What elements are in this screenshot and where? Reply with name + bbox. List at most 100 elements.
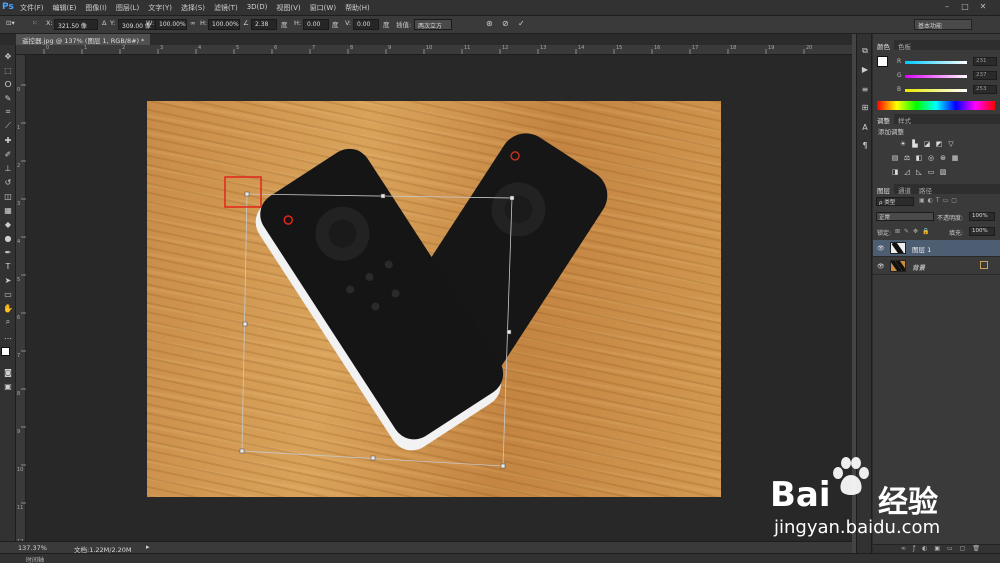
tab-styles[interactable]: 样式 — [894, 114, 915, 125]
document-tab[interactable]: 遥控器.jpg @ 137% (图层 1, RGB/8#) * — [16, 34, 151, 45]
menu-3d[interactable]: 3D(D) — [247, 3, 268, 13]
gradient-tool-icon[interactable]: ▦ — [3, 205, 13, 215]
eraser-tool-icon[interactable]: ◫ — [3, 191, 13, 201]
document-canvas-image[interactable] — [147, 101, 721, 497]
move-tool-icon[interactable]: ✥ — [3, 51, 13, 61]
reference-point-icon[interactable]: ⁙ — [32, 19, 37, 27]
menu-image[interactable]: 图像(I) — [85, 3, 107, 13]
levels-icon[interactable]: ▙ — [911, 140, 919, 148]
menu-layer[interactable]: 图层(L) — [116, 3, 139, 13]
menu-select[interactable]: 选择(S) — [181, 3, 205, 13]
tab-channels[interactable]: 通道 — [894, 184, 915, 195]
more-tools-icon[interactable]: … — [3, 331, 13, 341]
layer-filter-icons[interactable]: ▣◐T▭▢ — [919, 197, 960, 204]
posterize-icon[interactable]: ◿ — [903, 168, 911, 176]
tab-layers[interactable]: 图层 — [873, 184, 894, 195]
layer-row-background[interactable]: 👁 背景 — [873, 258, 1000, 275]
angle-field[interactable]: 2.38 — [251, 19, 277, 30]
hand-tool-icon[interactable]: ✋ — [3, 303, 13, 313]
hskew-field[interactable]: 0.00 — [303, 19, 329, 30]
tab-adjustments[interactable]: 调整 — [873, 114, 894, 125]
menu-type[interactable]: 文字(Y) — [148, 3, 172, 13]
curves-icon[interactable]: ◪ — [923, 140, 931, 148]
invert-icon[interactable]: ◨ — [891, 168, 899, 176]
w-field[interactable]: 100.00% — [155, 19, 187, 30]
hue-icon[interactable]: ▤ — [891, 154, 899, 162]
cancel-transform-icon[interactable]: ⊘ — [502, 19, 509, 28]
commit-transform-icon[interactable]: ✓ — [518, 19, 525, 28]
layer-row-1[interactable]: 👁 图层 1 — [873, 240, 1000, 257]
status-menu-arrow-icon[interactable]: ▸ — [146, 543, 150, 551]
layer-name[interactable]: 图层 1 — [912, 244, 931, 254]
red-slider-track[interactable] — [905, 61, 967, 64]
type-tool-icon[interactable]: T — [3, 261, 13, 271]
foreground-color-swatch[interactable] — [1, 347, 10, 356]
lock-icons[interactable]: ⊠✎✥🔒 — [895, 228, 934, 235]
vskew-field[interactable]: 0.00 — [353, 19, 379, 30]
red-value[interactable]: 231 — [973, 57, 997, 66]
quick-select-icon[interactable]: ✎ — [3, 93, 13, 103]
interpolation-select[interactable]: 两次立方 — [414, 19, 452, 30]
menu-filter[interactable]: 滤镜(T) — [214, 3, 238, 13]
lasso-tool-icon[interactable]: ⵔ — [3, 79, 13, 89]
paragraph-panel-icon[interactable]: ¶ — [860, 140, 870, 150]
menu-file[interactable]: 文件(F) — [20, 3, 44, 13]
brush-panel-icon[interactable]: ≡ — [860, 84, 870, 94]
character-panel-icon[interactable]: A — [860, 122, 870, 132]
foreground-swatch[interactable] — [877, 56, 888, 67]
tab-color[interactable]: 颜色 — [873, 40, 894, 51]
brightness-icon[interactable]: ☀ — [899, 140, 907, 148]
menu-edit[interactable]: 编辑(E) — [53, 3, 77, 13]
vibrance-icon[interactable]: ▽ — [947, 140, 955, 148]
color-spectrum[interactable] — [877, 101, 995, 110]
crop-tool-icon[interactable]: ⌗ — [3, 107, 13, 117]
visibility-eye-icon[interactable]: 👁 — [877, 263, 885, 270]
blue-slider[interactable]: B 253 — [897, 85, 997, 95]
threshold-icon[interactable]: ◺ — [915, 168, 923, 176]
green-slider[interactable]: G 237 — [897, 71, 997, 81]
tab-swatches[interactable]: 色板 — [894, 40, 915, 51]
menu-view[interactable]: 视图(V) — [276, 3, 300, 13]
path-select-icon[interactable]: ➤ — [3, 275, 13, 285]
transform-tool-icon[interactable]: ⊡▾ — [6, 19, 15, 27]
close-icon[interactable]: ✕ — [976, 2, 990, 13]
delta-icon[interactable]: Δ — [102, 19, 106, 27]
x-field[interactable]: 321.50 像 — [54, 19, 98, 30]
screen-mode-icon[interactable]: ▣ — [3, 381, 13, 391]
workspace-select[interactable]: 基本功能 — [914, 19, 972, 30]
zoom-level[interactable]: 137.37% — [18, 544, 47, 552]
channel-mixer-icon[interactable]: ⊛ — [939, 154, 947, 162]
shape-tool-icon[interactable]: ▭ — [3, 289, 13, 299]
zoom-tool-icon[interactable]: ⌕ — [3, 317, 13, 327]
h-field[interactable]: 100.00% — [208, 19, 240, 30]
brush-tool-icon[interactable]: ✐ — [3, 149, 13, 159]
layer-kind-filter[interactable]: ρ 类型 — [876, 197, 914, 206]
exposure-icon[interactable]: ◩ — [935, 140, 943, 148]
gradient-map-icon[interactable]: ▭ — [927, 168, 935, 176]
blue-value[interactable]: 253 — [973, 85, 997, 94]
actions-panel-icon[interactable]: ▶ — [860, 64, 870, 74]
menu-window[interactable]: 窗口(W) — [310, 3, 336, 13]
color-lookup-icon[interactable]: ▦ — [951, 154, 959, 162]
maximize-icon[interactable]: □ — [958, 2, 972, 13]
clone-stamp-icon[interactable]: ⊥ — [3, 163, 13, 173]
marquee-tool-icon[interactable]: ⬚ — [3, 65, 13, 75]
minimize-icon[interactable]: – — [940, 2, 954, 13]
blur-tool-icon[interactable]: ◆ — [3, 219, 13, 229]
color-balance-icon[interactable]: ⚖ — [903, 154, 911, 162]
red-slider[interactable]: R 231 — [897, 57, 997, 67]
blend-mode-select[interactable]: 正常 — [876, 212, 934, 221]
selective-color-icon[interactable]: ▧ — [939, 168, 947, 176]
pen-tool-icon[interactable]: ✒ — [3, 247, 13, 257]
history-brush-icon[interactable]: ↺ — [3, 177, 13, 187]
green-value[interactable]: 237 — [973, 71, 997, 80]
fill-field[interactable]: 100% — [969, 227, 995, 236]
bw-icon[interactable]: ◧ — [915, 154, 923, 162]
link-icon[interactable]: ∞ — [190, 19, 195, 27]
quick-mask-icon[interactable]: ◙ — [3, 367, 13, 377]
warp-icon[interactable]: ⊛ — [486, 19, 493, 28]
history-panel-icon[interactable]: ⧉ — [860, 46, 870, 56]
visibility-eye-icon[interactable]: 👁 — [877, 245, 885, 252]
layer-name[interactable]: 背景 — [912, 262, 925, 272]
green-slider-track[interactable] — [905, 75, 967, 78]
